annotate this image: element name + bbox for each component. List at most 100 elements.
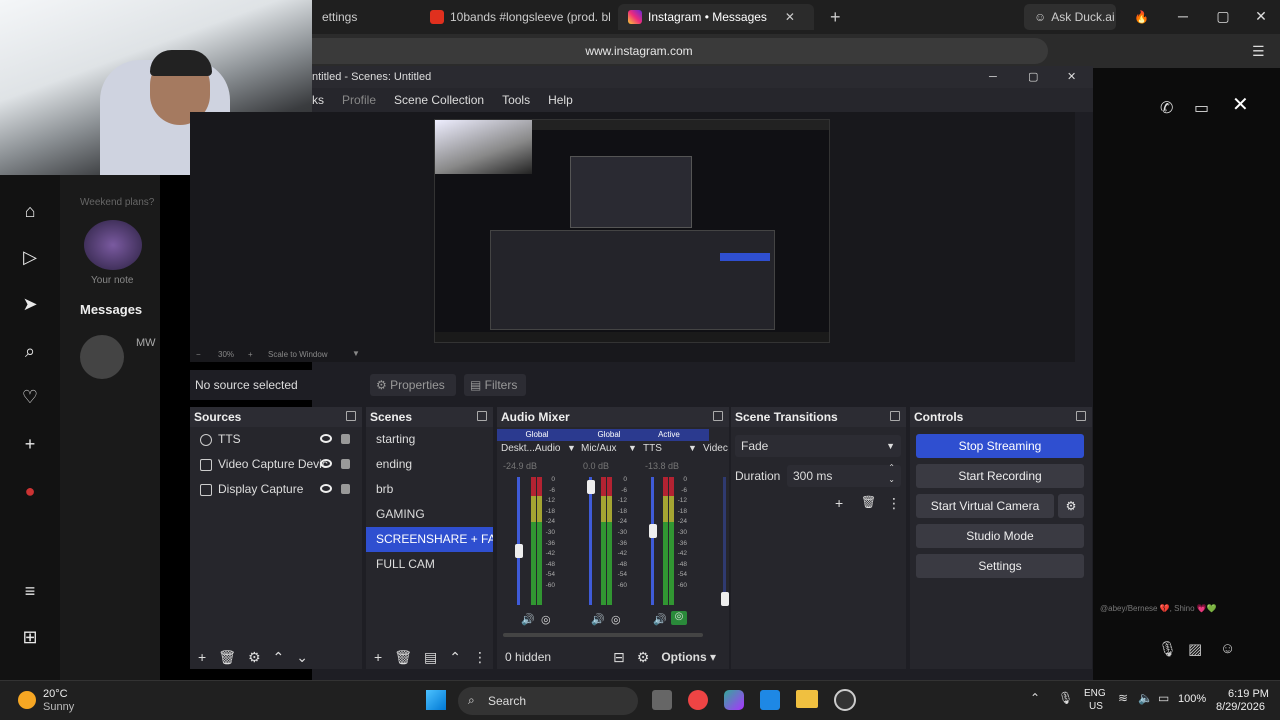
create-icon[interactable]: + — [19, 433, 41, 455]
trash-icon[interactable]: 🗑 — [394, 649, 412, 666]
lock-icon[interactable] — [341, 484, 350, 494]
search-icon[interactable]: ⌕ — [19, 340, 41, 362]
minimize-button[interactable]: ─ — [1168, 6, 1198, 26]
start-virtual-camera-button[interactable]: Start Virtual Camera — [916, 494, 1054, 518]
store-icon[interactable] — [760, 690, 780, 710]
video-call-icon[interactable]: ▭ — [1194, 98, 1209, 118]
clock-time[interactable]: 6:19 PM — [1228, 688, 1269, 700]
more-icon[interactable]: ⋮ — [473, 649, 487, 666]
close-icon[interactable]: ✕ — [1232, 92, 1249, 117]
stop-streaming-button[interactable]: Stop Streaming — [916, 434, 1084, 458]
lock-icon[interactable] — [341, 434, 350, 444]
popout-icon[interactable] — [477, 411, 487, 421]
trash-icon[interactable]: 🗑 — [218, 649, 236, 666]
windows-start-icon[interactable] — [426, 690, 446, 710]
ask-duck-button[interactable]: ☺ Ask Duck.ai — [1024, 4, 1116, 30]
speaker-icon[interactable]: 🔊 — [591, 613, 605, 626]
close-tab-icon[interactable]: ✕ — [785, 10, 795, 24]
volume-fader[interactable] — [589, 477, 592, 605]
settings-button[interactable]: Settings — [916, 554, 1084, 578]
menu-item-scene-collection[interactable]: Scene Collection — [394, 93, 484, 107]
file-explorer-icon[interactable] — [796, 690, 818, 708]
speaker-icon[interactable]: 🔊 — [521, 613, 535, 626]
home-icon[interactable]: ⌂ — [19, 200, 41, 222]
source-item-display-capture[interactable]: Display Capture — [190, 477, 362, 502]
tab-settings[interactable]: ettings — [312, 4, 412, 30]
zoom-out-button[interactable]: − — [196, 350, 201, 359]
more-icon[interactable]: ≡ — [19, 580, 41, 602]
scene-item-selected[interactable]: SCREENSHARE + FACEC — [366, 527, 493, 552]
volume-fader[interactable] — [723, 477, 726, 605]
studio-mode-button[interactable]: Studio Mode — [916, 524, 1084, 548]
url-field[interactable]: www.instagram.com — [230, 38, 1048, 64]
add-icon[interactable]: + — [835, 495, 843, 511]
gear-icon[interactable]: ⚙ — [1058, 494, 1084, 518]
new-tab-button[interactable]: + — [820, 4, 846, 30]
obs-maximize-button[interactable]: ▢ — [1028, 66, 1038, 88]
headphones-icon[interactable]: ◎ — [611, 613, 621, 626]
chevron-down-icon[interactable]: ▼ — [352, 349, 360, 358]
clock-date[interactable]: 8/29/2026 — [1216, 701, 1265, 713]
menu-item-help[interactable]: Help — [548, 93, 573, 107]
popout-icon[interactable] — [890, 411, 900, 421]
reels-icon[interactable]: ▷ — [19, 246, 41, 268]
wifi-icon[interactable]: ≋ — [1118, 691, 1128, 705]
filters-button[interactable]: ▤ Filters — [464, 374, 526, 396]
volume-fader[interactable] — [651, 477, 654, 605]
source-item-video-capture[interactable]: Video Capture Devic — [190, 452, 362, 477]
popout-icon[interactable] — [1076, 411, 1086, 421]
maximize-button[interactable]: ▢ — [1208, 6, 1238, 26]
lock-icon[interactable] — [341, 459, 350, 469]
tab-instagram[interactable]: Instagram • Messages ✕ — [618, 4, 814, 30]
settings-icon[interactable]: ⚙ — [637, 649, 650, 666]
more-icon[interactable]: ⋮ — [887, 495, 901, 512]
volume-icon[interactable]: 🔈 — [1138, 691, 1153, 705]
sun-icon[interactable] — [18, 691, 36, 709]
language-label[interactable]: ENG — [1084, 688, 1106, 699]
properties-button[interactable]: ⚙ Properties — [370, 374, 456, 396]
speaker-icon[interactable]: 🔊 — [653, 613, 667, 626]
chevron-up-icon[interactable]: ⌃ — [1030, 691, 1040, 705]
task-view-icon[interactable] — [652, 690, 672, 710]
volume-fader[interactable] — [517, 477, 520, 605]
mic-icon[interactable]: 🎙 — [1058, 691, 1073, 705]
stepper-icon[interactable]: ⌃ ⌄ — [888, 462, 895, 486]
fader-knob[interactable] — [515, 544, 523, 559]
mic-icon[interactable]: 🎙 — [1158, 640, 1177, 658]
chevron-down-icon[interactable]: ▼ — [628, 443, 637, 453]
duckduckgo-icon[interactable] — [688, 690, 708, 710]
region-label[interactable]: US — [1089, 701, 1103, 712]
close-window-button[interactable]: ✕ — [1246, 6, 1276, 26]
menu-icon[interactable]: ☰ — [1252, 44, 1268, 58]
add-icon[interactable]: + — [198, 649, 206, 665]
sticker-icon[interactable]: ☺ — [1220, 640, 1235, 657]
avatar[interactable] — [84, 220, 142, 270]
chevron-up-icon[interactable]: ⌃ — [273, 649, 285, 666]
eye-icon[interactable] — [320, 434, 332, 443]
conversation-avatar[interactable] — [80, 335, 124, 379]
conversation-name[interactable]: MW — [136, 337, 156, 349]
send-icon[interactable]: ➤ — [19, 293, 41, 315]
obs-icon[interactable] — [834, 689, 856, 711]
scene-item[interactable]: starting — [366, 427, 493, 452]
transition-select[interactable]: Fade ▼ — [735, 435, 901, 457]
headphones-icon[interactable]: ◎ — [541, 613, 551, 626]
source-item-tts[interactable]: TTS — [190, 427, 362, 452]
menu-item-tools[interactable]: Tools — [502, 93, 530, 107]
eye-icon[interactable] — [320, 459, 332, 468]
menu-item-profile[interactable]: Profile — [342, 93, 376, 107]
copilot-icon[interactable] — [724, 690, 744, 710]
weather-temp[interactable]: 20°C — [43, 688, 68, 700]
taskbar-search[interactable]: ⌕ Search — [458, 687, 638, 715]
obs-close-button[interactable]: ✕ — [1067, 66, 1076, 88]
scene-item[interactable]: FULL CAM — [366, 552, 493, 577]
fader-knob[interactable] — [587, 480, 595, 495]
layout-icon[interactable]: ⊟ — [613, 649, 625, 666]
fader-knob[interactable] — [721, 591, 729, 606]
start-recording-button[interactable]: Start Recording — [916, 464, 1084, 488]
heart-icon[interactable]: ♡ — [19, 386, 41, 408]
menu-item-docks[interactable]: ks — [312, 93, 324, 107]
obs-minimize-button[interactable]: ─ — [989, 66, 997, 88]
headphones-icon[interactable]: ◎ — [671, 611, 687, 625]
popout-icon[interactable] — [346, 411, 356, 421]
